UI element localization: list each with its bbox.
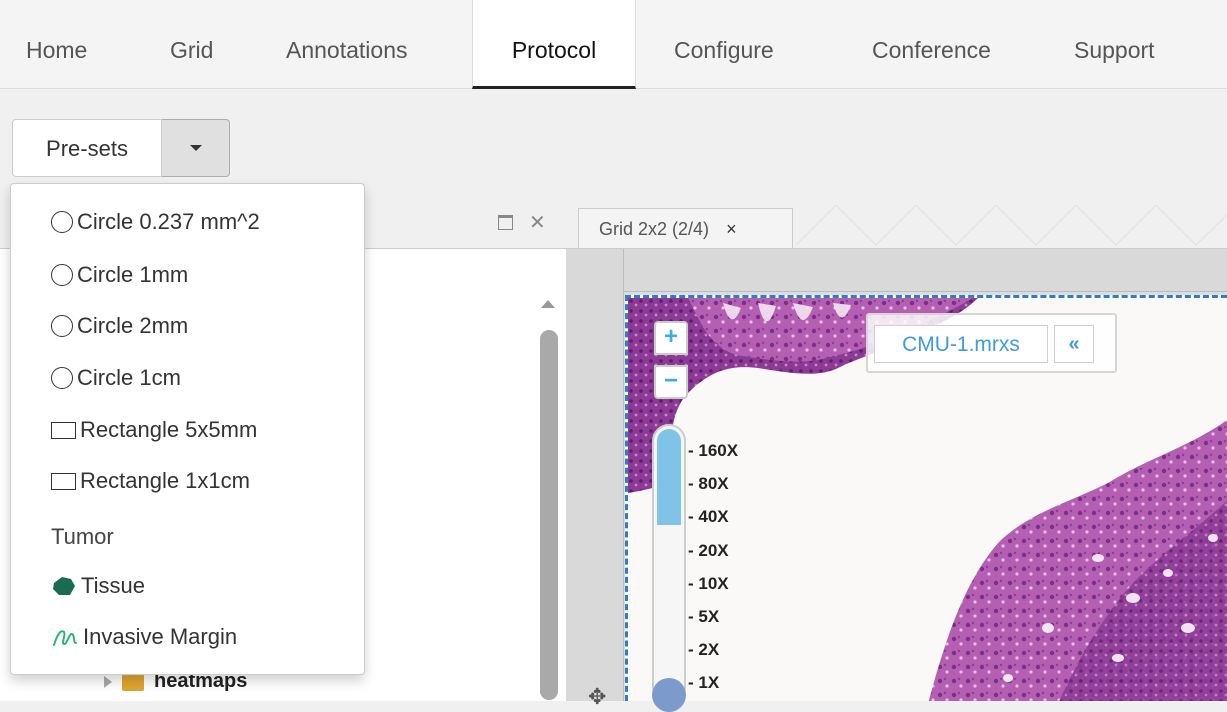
- menu-item-circle-0237[interactable]: Circle 0.237 mm^2: [51, 202, 260, 242]
- zoom-level-1x[interactable]: - 1X: [688, 672, 738, 705]
- menu-item-label: Circle 2mm: [77, 313, 189, 338]
- zoom-slider[interactable]: [652, 424, 686, 704]
- zoom-out-button[interactable]: −: [654, 365, 688, 399]
- viewer-tab-grid[interactable]: Grid 2x2 (2/4) ×: [578, 208, 793, 248]
- presets-button[interactable]: Pre-sets: [12, 119, 162, 177]
- zoom-slider-handle[interactable]: [652, 678, 686, 712]
- maximize-icon[interactable]: [498, 215, 513, 230]
- menu-item-label: Circle 1cm: [77, 365, 181, 390]
- menu-item-invasive-margin[interactable]: Invasive Margin: [51, 617, 237, 657]
- menu-item-label: Circle 0.237 mm^2: [77, 209, 260, 234]
- expand-arrow-icon[interactable]: [104, 675, 112, 688]
- zoom-level-10x[interactable]: - 10X: [688, 573, 738, 606]
- menu-item-rectangle-1x1cm[interactable]: Rectangle 1x1cm: [51, 461, 250, 501]
- menu-item-label: Tissue: [81, 573, 145, 598]
- close-icon[interactable]: ✕: [529, 210, 546, 235]
- zoom-level-labels: - 160X - 80X - 40X - 20X - 10X - 5X - 2X…: [688, 440, 738, 706]
- menu-item-label: Rectangle 5x5mm: [80, 417, 258, 442]
- circle-icon: [51, 315, 73, 337]
- menu-group-tumor: Tumor: [51, 524, 114, 549]
- tab-configure[interactable]: Configure: [656, 0, 792, 88]
- presets-dropdown-menu: Circle 0.237 mm^2 Circle 1mm Circle 2mm …: [10, 183, 365, 675]
- presets-dropdown-toggle[interactable]: [162, 119, 230, 177]
- tab-annotations[interactable]: Annotations: [268, 0, 425, 88]
- scroll-up-arrow[interactable]: [541, 300, 555, 308]
- move-icon[interactable]: ✥: [588, 684, 606, 710]
- zoom-slider-fill: [657, 429, 681, 525]
- rectangle-icon: [51, 421, 76, 439]
- zoom-in-button[interactable]: +: [654, 321, 688, 355]
- circle-icon: [51, 211, 73, 233]
- zoom-level-2x[interactable]: - 2X: [688, 639, 738, 672]
- menu-item-circle-1cm[interactable]: Circle 1cm: [51, 358, 181, 398]
- invasive-margin-icon: [53, 630, 77, 646]
- zoom-level-40x[interactable]: - 40X: [688, 506, 738, 539]
- menu-item-rectangle-5x5mm[interactable]: Rectangle 5x5mm: [51, 410, 257, 450]
- folder-icon: [122, 672, 144, 691]
- circle-icon: [51, 367, 73, 389]
- ruler-left: [566, 249, 624, 701]
- rectangle-icon: [51, 472, 76, 490]
- menu-item-label: Rectangle 1x1cm: [80, 468, 250, 493]
- top-nav: Home Grid Annotations Protocol Configure…: [0, 0, 1227, 89]
- menu-item-tissue[interactable]: Tissue: [51, 566, 145, 606]
- menu-item-circle-2mm[interactable]: Circle 2mm: [51, 306, 188, 346]
- zoom-level-80x[interactable]: - 80X: [688, 473, 738, 506]
- tab-close-icon[interactable]: ×: [726, 219, 737, 239]
- tab-conference[interactable]: Conference: [854, 0, 1009, 88]
- ruler-top: [566, 249, 1227, 292]
- tissue-icon: [53, 577, 75, 595]
- tab-home[interactable]: Home: [8, 0, 105, 88]
- menu-item-circle-1mm[interactable]: Circle 1mm: [51, 255, 188, 295]
- collapse-button[interactable]: «: [1054, 325, 1094, 363]
- file-name-label[interactable]: CMU-1.mrxs: [874, 325, 1048, 363]
- menu-item-label: Circle 1mm: [77, 262, 189, 287]
- zoom-level-5x[interactable]: - 5X: [688, 606, 738, 639]
- panel-controls: ✕: [498, 210, 546, 235]
- tab-grid[interactable]: Grid: [152, 0, 231, 88]
- viewer-tab-label: Grid 2x2 (2/4): [599, 219, 710, 239]
- zoom-level-160x[interactable]: - 160X: [688, 440, 738, 473]
- tab-protocol[interactable]: Protocol: [472, 0, 636, 89]
- zoom-level-20x[interactable]: - 20X: [688, 540, 738, 573]
- menu-item-label: Invasive Margin: [83, 624, 238, 649]
- scrollbar-thumb[interactable]: [540, 330, 558, 700]
- circle-icon: [51, 264, 73, 286]
- caret-down-icon: [189, 145, 202, 151]
- presets-split-button: Pre-sets: [12, 119, 230, 177]
- tab-support[interactable]: Support: [1056, 0, 1173, 88]
